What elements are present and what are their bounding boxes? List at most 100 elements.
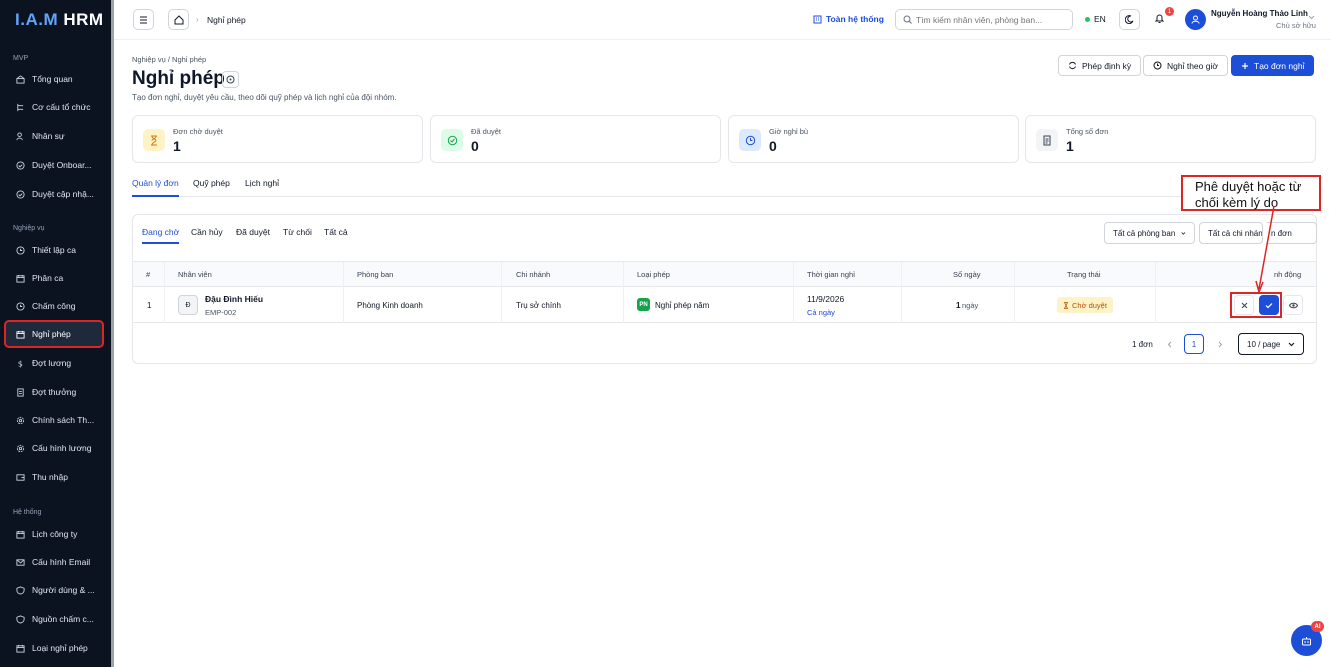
dashboard-icon: [16, 74, 25, 84]
sidebar-item-timekeeping[interactable]: Chấm công: [6, 294, 102, 318]
svg-text:$: $: [18, 359, 23, 368]
column-divider: [164, 262, 165, 323]
user-role: Chủ sở hữu: [1276, 21, 1316, 30]
clock-icon: [16, 301, 25, 311]
stat-card-total: Tổng số đơn 1: [1025, 115, 1316, 163]
check-circle-icon: [16, 160, 25, 170]
home-icon: [174, 14, 183, 24]
sidebar-item-salary-config[interactable]: Cấu hình lương: [6, 436, 102, 460]
sidebar-item-label: Người dùng & ...: [32, 585, 95, 595]
building-icon: [813, 15, 822, 23]
subtab-to-cancel[interactable]: Cần hủy: [191, 227, 223, 242]
chevron-down-icon: [1308, 15, 1315, 20]
sidebar-item-income[interactable]: Thu nhập: [6, 465, 102, 489]
subtab-approved[interactable]: Đã duyệt: [236, 227, 270, 242]
subtab-rejected[interactable]: Từ chối: [283, 227, 312, 242]
hourly-leave-label: Nghỉ theo giờ: [1167, 60, 1218, 71]
sidebar-item-label: Cấu hình lương: [32, 443, 92, 453]
approve-button[interactable]: [1259, 295, 1279, 315]
language-label: EN: [1094, 14, 1106, 24]
chevron-down-icon: [1181, 231, 1186, 235]
bell-icon: [1154, 14, 1165, 23]
sidebar-item-shift-assign[interactable]: Phân ca: [6, 266, 102, 290]
page-size-value: 10 / page: [1247, 339, 1281, 349]
notification-badge: 1: [1165, 7, 1174, 16]
leave-type-cell: Nghỉ phép năm: [655, 301, 710, 310]
sidebar-item-shift-setup[interactable]: Thiết lập ca: [6, 238, 102, 262]
column-divider: [1155, 262, 1156, 323]
refresh-icon: [1069, 61, 1076, 70]
requests-card: Đang chờ Cần hủy Đã duyệt Từ chối Tất cả…: [132, 214, 1317, 364]
help-button[interactable]: [222, 71, 239, 88]
notification-button[interactable]: [1154, 13, 1165, 24]
subtab-pending[interactable]: Đang chờ: [142, 227, 180, 244]
column-divider: [501, 262, 502, 323]
sidebar-item-label: Đợt thưởng: [32, 387, 77, 397]
menu-toggle-button[interactable]: [133, 9, 154, 30]
search-icon: [903, 15, 912, 24]
sidebar-item-update-approval[interactable]: Duyệt cập nhậ...: [6, 182, 102, 206]
sidebar-item-org[interactable]: Cơ cấu tổ chức: [6, 95, 102, 119]
calendar-icon: [16, 644, 25, 653]
periodic-leave-button[interactable]: Phép định kỳ: [1058, 55, 1142, 76]
sidebar-item-label: Lịch công ty: [32, 529, 78, 539]
sidebar-item-bonus[interactable]: Đợt thưởng: [6, 380, 102, 404]
chevron-down-icon: [1288, 342, 1295, 346]
user-name[interactable]: Nguyễn Hoàng Thảo Linh: [1211, 9, 1308, 18]
create-leave-button[interactable]: Tạo đơn nghỉ: [1231, 55, 1315, 76]
app-logo[interactable]: I.A.M HRM: [15, 10, 104, 30]
pagination-prev-button[interactable]: [1159, 334, 1179, 354]
hourly-leave-button[interactable]: Nghỉ theo giờ: [1143, 55, 1228, 76]
department-filter[interactable]: Tất cả phòng ban: [1104, 222, 1195, 244]
column-divider: [793, 262, 794, 323]
page-title: Nghỉ phép: [132, 68, 225, 89]
sidebar-item-company-calendar[interactable]: Lịch công ty: [6, 522, 102, 546]
column-divider: [623, 262, 624, 323]
page-size-select[interactable]: 10 / page: [1238, 333, 1304, 355]
users-icon: [16, 131, 23, 140]
table-header: # Nhân viên Phòng ban Chi nhánh Loại phé…: [133, 262, 1316, 287]
home-button[interactable]: [168, 9, 189, 30]
view-button[interactable]: [1283, 295, 1303, 315]
sidebar-item-leave[interactable]: Nghỉ phép: [4, 320, 104, 348]
clock-icon: [1153, 61, 1162, 70]
avatar[interactable]: [1185, 9, 1206, 30]
stat-card-approved: Đã duyệt 0: [430, 115, 721, 163]
language-switch[interactable]: EN: [1085, 14, 1106, 24]
pagination-page-button[interactable]: 1: [1184, 334, 1204, 354]
stat-label: Đơn chờ duyệt: [173, 127, 223, 136]
sidebar-item-staff[interactable]: Nhân sự: [6, 124, 102, 148]
hourglass-icon: [143, 129, 165, 151]
sidebar-item-attendance-source[interactable]: Nguồn chấm c...: [6, 607, 102, 631]
tab-manage-requests[interactable]: Quản lý đơn: [132, 178, 179, 197]
page-subtitle: Tạo đơn nghỉ, duyệt yêu cầu, theo dõi qu…: [132, 93, 397, 102]
subtab-all[interactable]: Tất cả: [324, 227, 348, 242]
sidebar-item-payroll[interactable]: $ Đợt lương: [6, 351, 102, 375]
menu-icon: [140, 16, 147, 23]
sidebar-item-leave-types[interactable]: Loại nghỉ phép: [6, 636, 102, 660]
wallet-icon: [16, 473, 25, 481]
employee-name[interactable]: Đậu Đình Hiếu: [205, 294, 263, 304]
sidebar-item-users-roles[interactable]: Người dùng & ...: [6, 578, 102, 602]
col-leave-time: Thời gian nghỉ: [807, 270, 855, 279]
reject-button[interactable]: [1234, 295, 1254, 315]
calendar-icon: [16, 274, 25, 283]
sidebar-item-label: Nghỉ phép: [32, 329, 71, 339]
sidebar-item-label: Thu nhập: [32, 472, 68, 482]
search-input[interactable]: [916, 14, 1066, 25]
tab-leave-calendar[interactable]: Lịch nghỉ: [245, 178, 279, 195]
pagination-next-button[interactable]: [1210, 334, 1230, 354]
sidebar-item-onboarding[interactable]: Duyệt Onboar...: [6, 153, 102, 177]
system-scope-link[interactable]: Toàn hệ thống: [813, 14, 884, 24]
tab-leave-balance[interactable]: Quỹ phép: [193, 178, 230, 195]
sidebar-item-email-config[interactable]: Cấu hình Email: [6, 550, 102, 574]
sidebar-item-overview[interactable]: Tổng quan: [6, 67, 102, 91]
days-unit: ngày: [962, 301, 979, 310]
settings-icon: [16, 416, 25, 424]
sidebar-item-policy[interactable]: Chính sách Th...: [6, 408, 102, 432]
search-box[interactable]: [895, 9, 1073, 30]
check-icon: [1265, 302, 1273, 308]
sidebar-section-title: Nghiệp vụ: [13, 225, 45, 232]
user-menu-chevron[interactable]: [1308, 15, 1315, 20]
theme-toggle-button[interactable]: [1119, 9, 1140, 30]
